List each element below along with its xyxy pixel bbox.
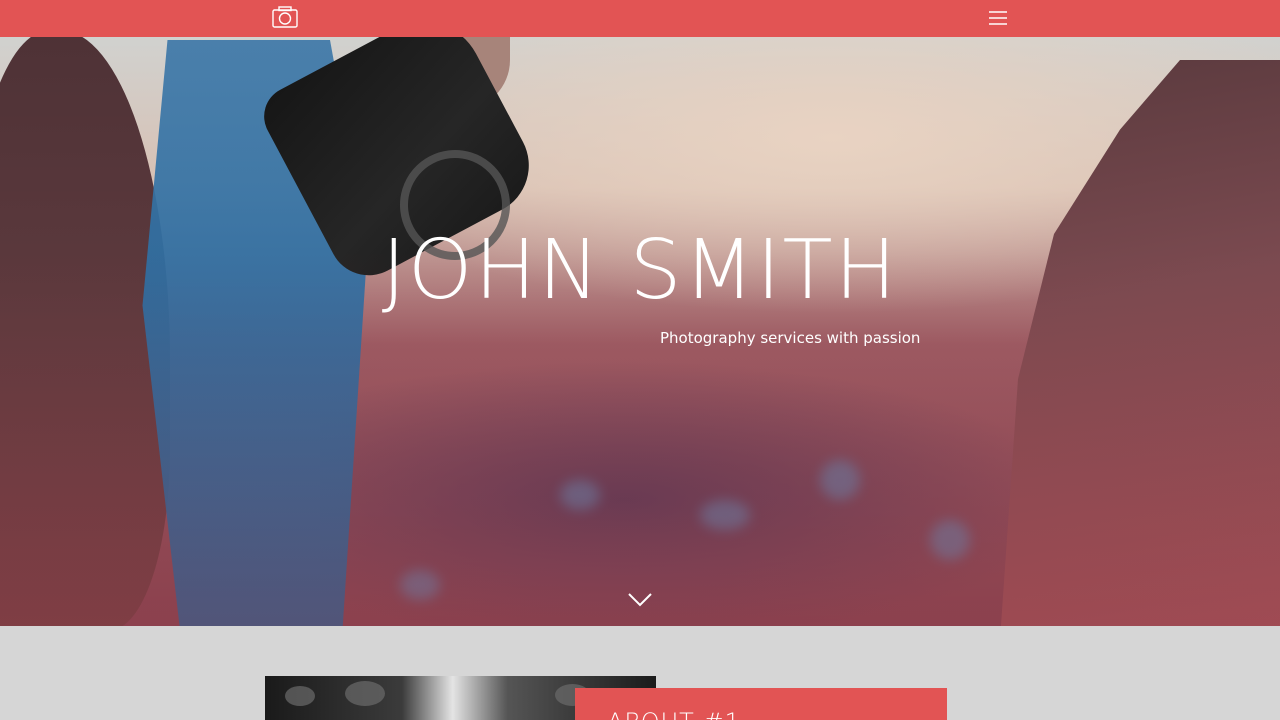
chevron-down-icon[interactable]: [627, 590, 653, 608]
top-navbar: [0, 0, 1280, 37]
foliage-shape: [345, 681, 385, 706]
about-card-title: ABOUT #1: [607, 708, 741, 720]
hamburger-menu-icon[interactable]: [988, 10, 1008, 26]
hero-subtitle: Photography services with passion: [660, 329, 921, 347]
about-card: ABOUT #1: [575, 688, 947, 720]
foliage-shape: [285, 686, 315, 706]
hero-section: JOHN SMITH Photography services with pas…: [0, 0, 1280, 626]
camera-icon[interactable]: [272, 6, 298, 28]
about-section: ABOUT #1: [0, 626, 1280, 720]
hero-title: JOHN SMITH: [381, 223, 899, 318]
